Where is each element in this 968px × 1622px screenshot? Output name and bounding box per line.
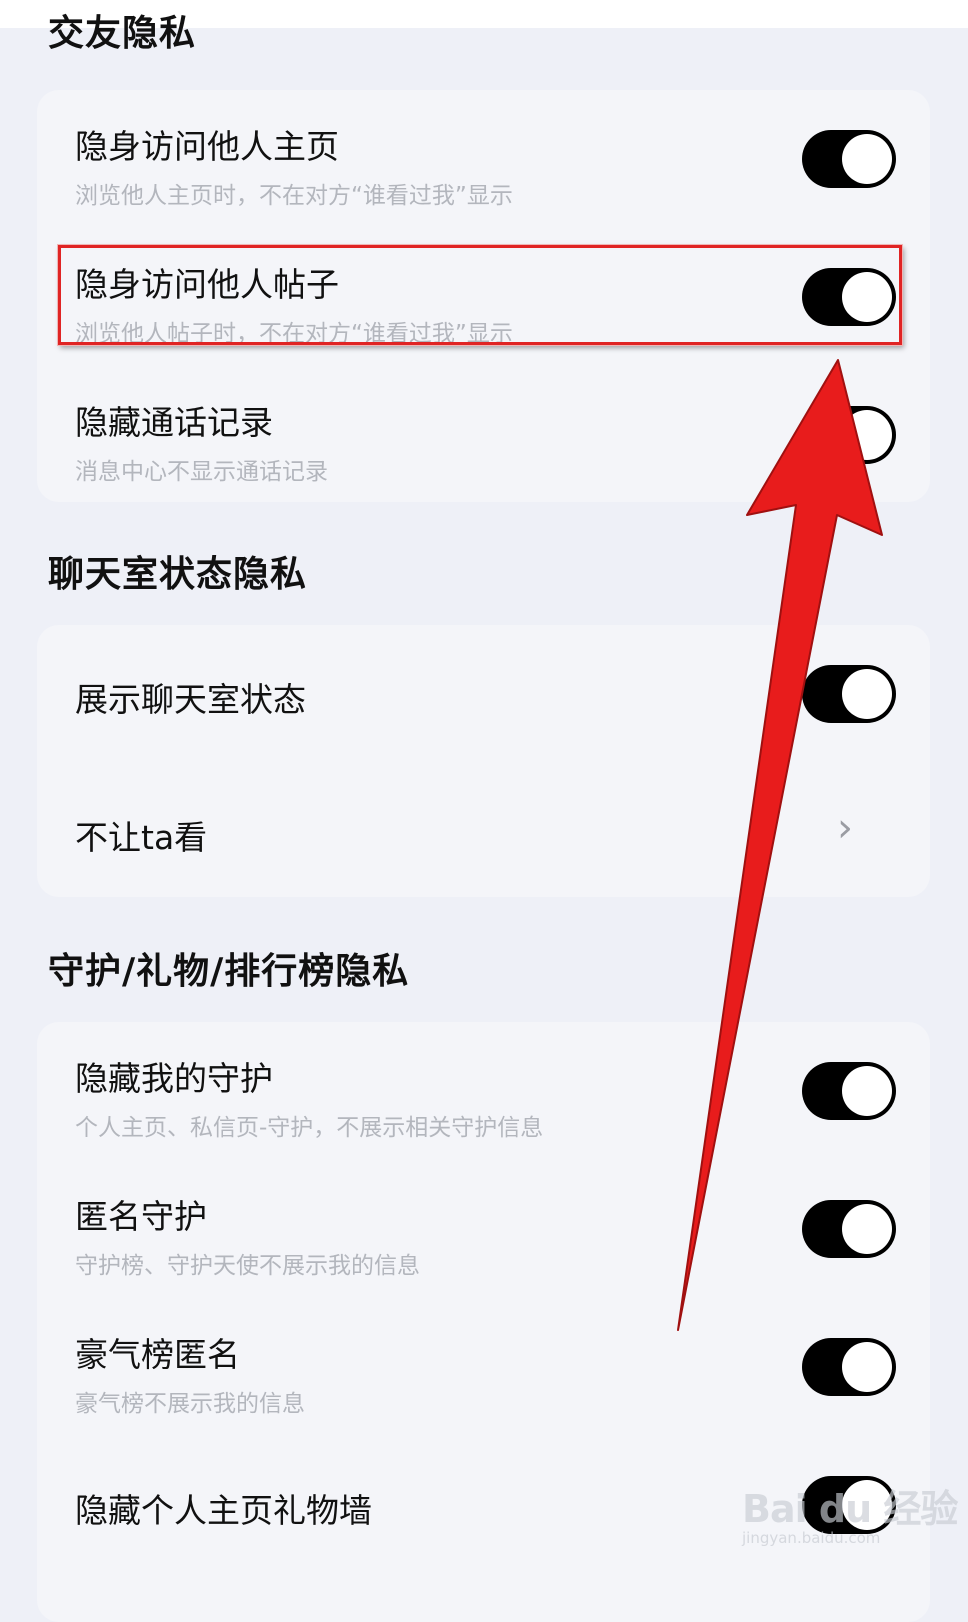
red-arrow-annotation <box>677 359 883 1331</box>
baidu-jingyan-watermark: Bai du 经验 jingyan.baidu.com <box>742 1478 958 1547</box>
watermark-sub: jingyan.baidu.com <box>742 1529 881 1547</box>
arrow-shape <box>677 359 883 1331</box>
watermark-main: Bai du 经验 <box>742 1487 958 1531</box>
